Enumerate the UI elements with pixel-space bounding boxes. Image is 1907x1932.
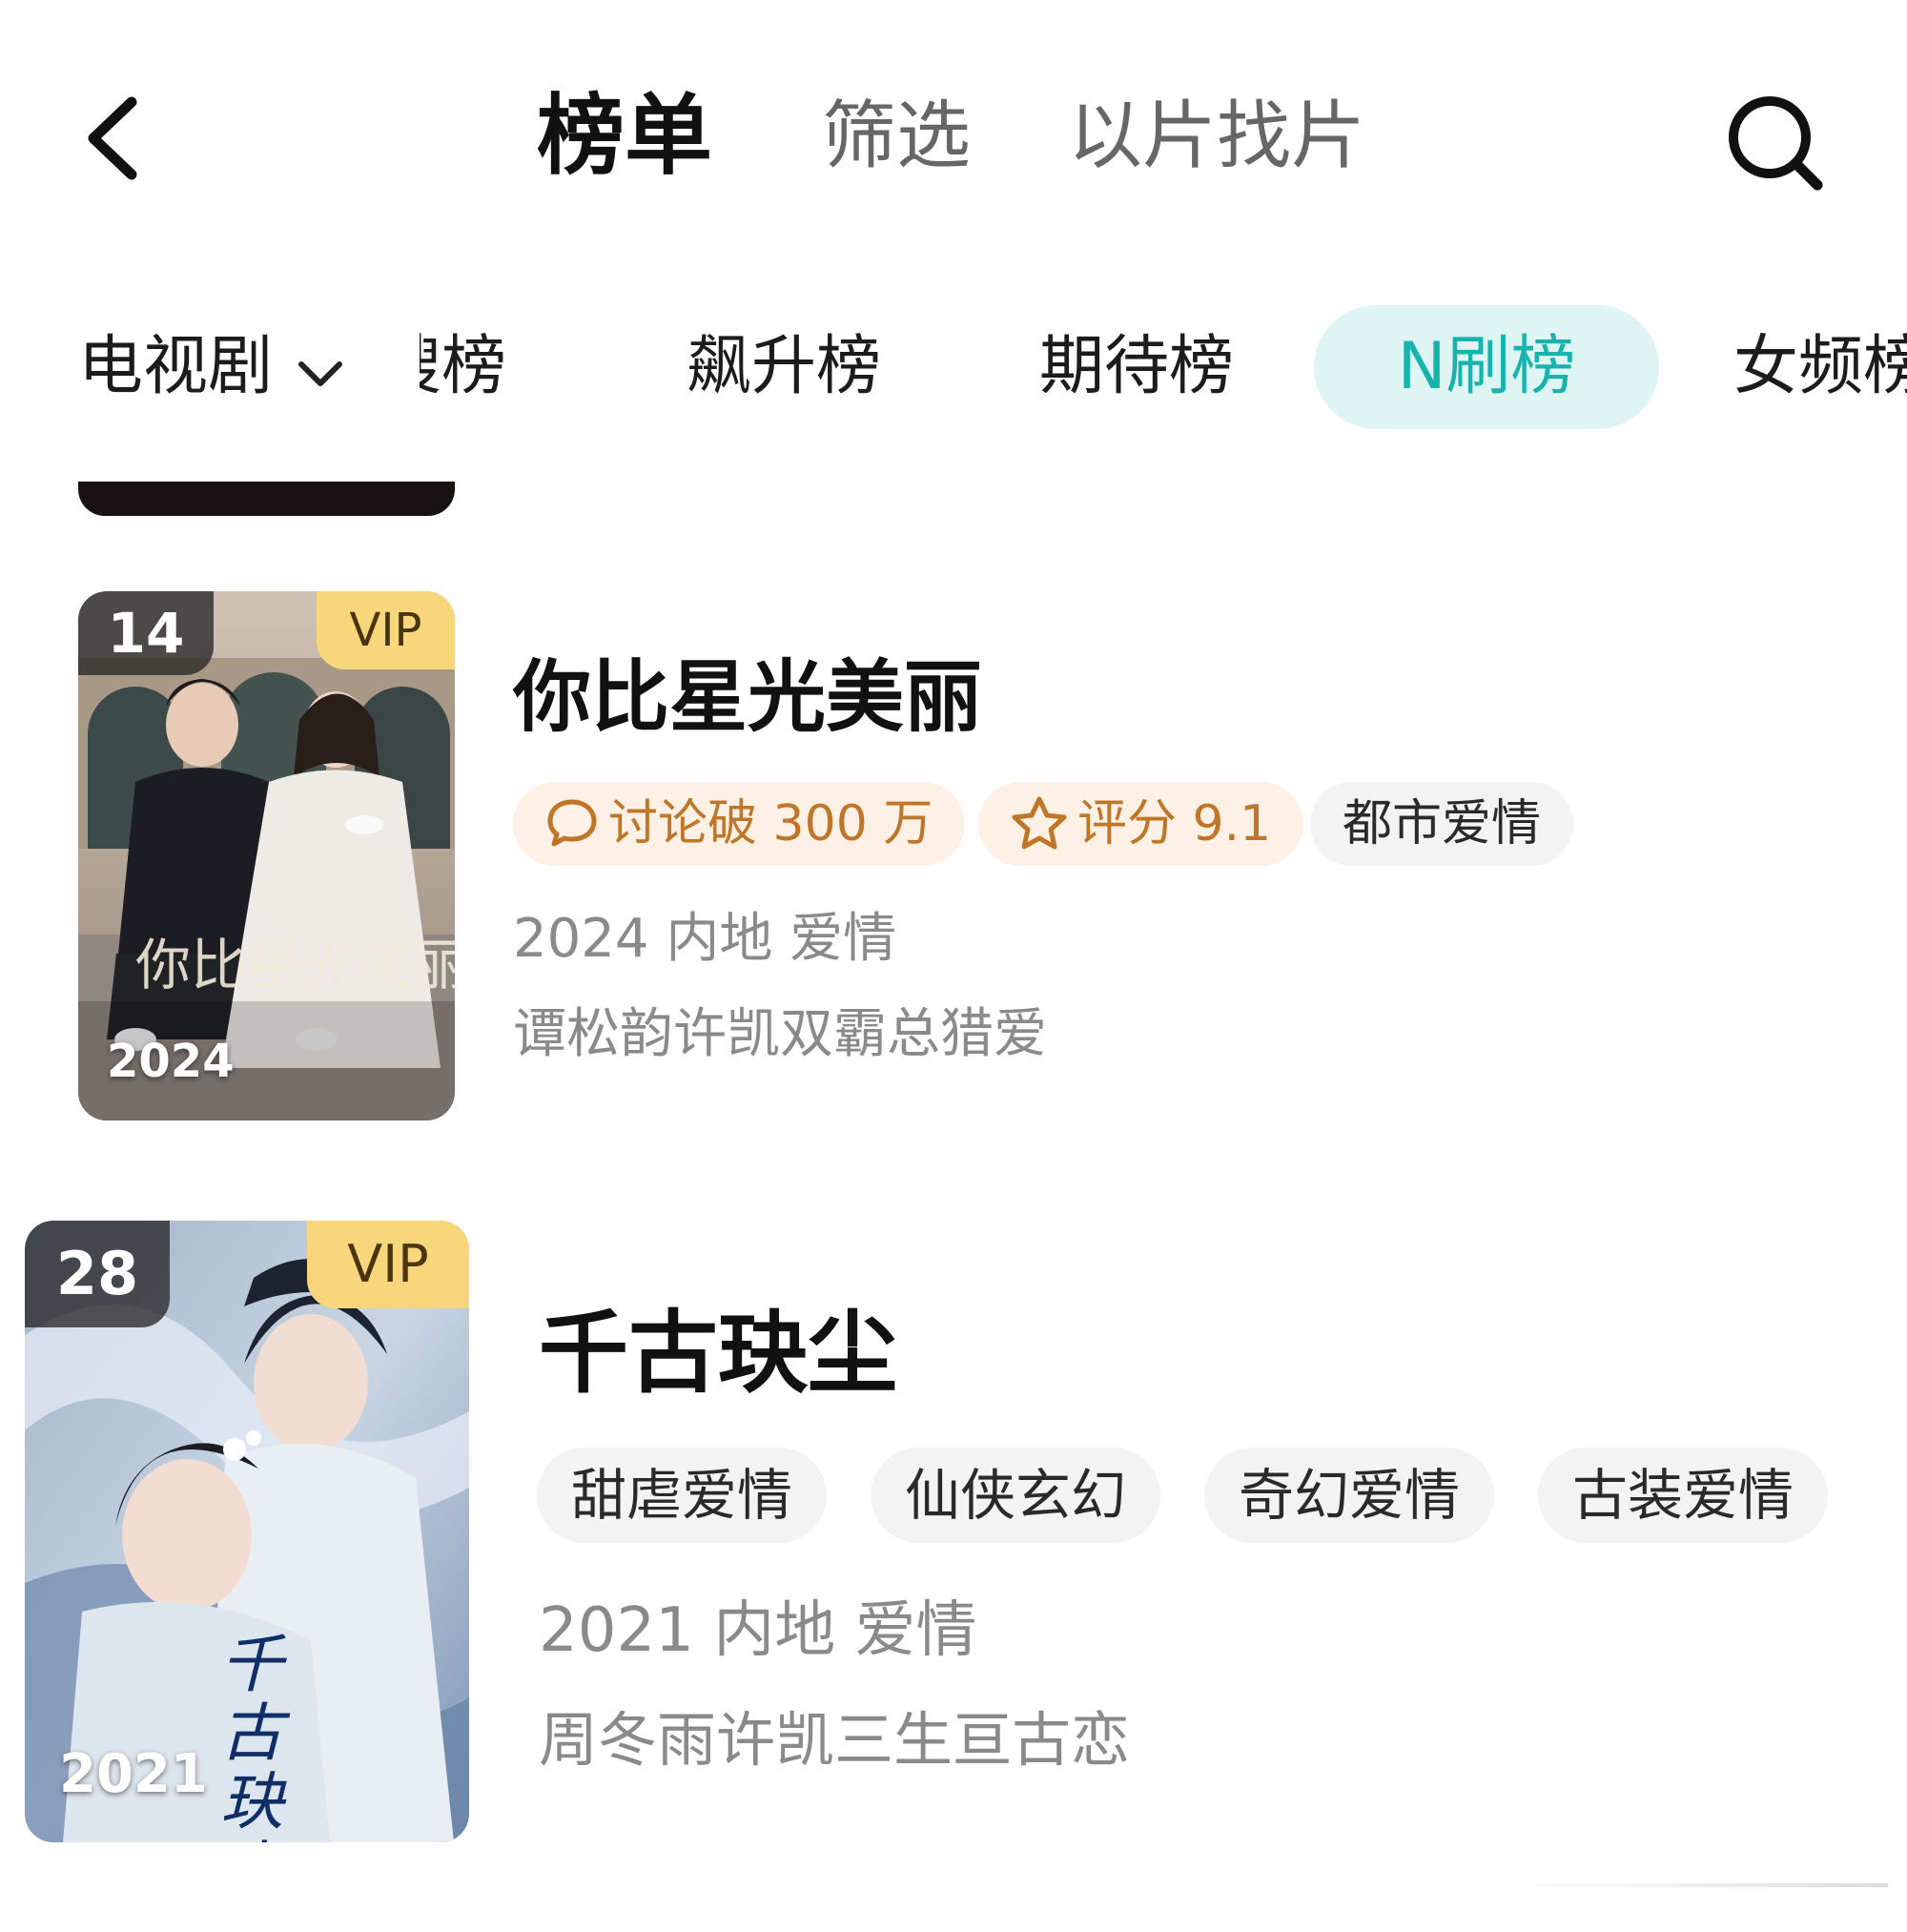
tab-ranking[interactable]: 榜单 bbox=[537, 84, 712, 189]
rank-badge: 28 bbox=[25, 1221, 170, 1327]
category-selector-label: 电视剧 bbox=[78, 329, 274, 404]
tab-filter[interactable]: 筛选 bbox=[822, 84, 971, 189]
comment-icon bbox=[547, 799, 597, 847]
tag-rating[interactable]: 评分 9.1 bbox=[978, 782, 1304, 866]
show-meta: 2021 内地 爱情 bbox=[539, 1595, 977, 1666]
poster-year: 2024 bbox=[107, 1035, 235, 1088]
poster-title-text: 千古玦尘 bbox=[220, 1628, 283, 1843]
poster-title-text: 你比星光美丽 bbox=[135, 933, 455, 997]
chevron-left-icon bbox=[88, 96, 137, 180]
vip-badge: VIP bbox=[307, 1221, 469, 1308]
category-item-search[interactable]: 搜榜 bbox=[420, 305, 506, 429]
rank-badge: 14 bbox=[78, 591, 214, 675]
category-item-anticipated[interactable]: 期待榜 bbox=[1039, 305, 1234, 429]
category-selector[interactable]: 电视剧 bbox=[78, 305, 345, 429]
category-item-female[interactable]: 女频榜 bbox=[1733, 305, 1907, 429]
category-item-rising[interactable]: 飙升榜 bbox=[687, 305, 881, 429]
tag-genre[interactable]: 甜虐爱情 bbox=[537, 1448, 828, 1543]
tag-genre[interactable]: 古装爱情 bbox=[1538, 1448, 1829, 1543]
category-bar: 电视剧 搜榜 飙升榜 期待榜 N刷榜 女频榜 bbox=[0, 286, 1907, 448]
show-description: 谭松韵许凯双霸总猎爱 bbox=[513, 1003, 1047, 1065]
previous-poster-edge bbox=[78, 482, 455, 516]
show-meta: 2024 内地 爱情 bbox=[513, 908, 897, 970]
category-item-rewatch[interactable]: N刷榜 bbox=[1314, 305, 1659, 429]
tag-rating-label: 评分 9.1 bbox=[1077, 795, 1272, 853]
search-icon bbox=[1729, 96, 1823, 191]
tag-genre[interactable]: 仙侠玄幻 bbox=[871, 1448, 1161, 1543]
poster-image[interactable]: 千古玦尘 28 VIP 2021 bbox=[25, 1221, 469, 1842]
divider bbox=[1507, 1883, 1888, 1887]
search-button[interactable] bbox=[1716, 88, 1831, 193]
show-title[interactable]: 你比星光美丽 bbox=[513, 646, 982, 750]
show-description: 周冬雨许凯三生亘古恋 bbox=[539, 1705, 1131, 1775]
category-item-search-clip: 搜榜 bbox=[420, 305, 553, 429]
tab-find-by-film[interactable]: 以片找片 bbox=[1068, 84, 1365, 189]
back-button[interactable] bbox=[76, 91, 153, 186]
poster-year: 2021 bbox=[59, 1743, 208, 1805]
star-icon bbox=[1012, 796, 1067, 850]
chevron-down-icon bbox=[296, 308, 345, 432]
show-title[interactable]: 千古玦尘 bbox=[539, 1297, 897, 1411]
poster-image[interactable]: 你比星光美丽 14 VIP 2024 bbox=[78, 591, 455, 1120]
tag-discussion-label: 讨论破 300 万 bbox=[608, 795, 933, 853]
vip-badge: VIP bbox=[317, 591, 455, 669]
tag-discussion[interactable]: 讨论破 300 万 bbox=[513, 782, 966, 866]
tag-genre[interactable]: 奇幻爱情 bbox=[1204, 1448, 1495, 1543]
tag-genre[interactable]: 都市爱情 bbox=[1310, 782, 1574, 866]
